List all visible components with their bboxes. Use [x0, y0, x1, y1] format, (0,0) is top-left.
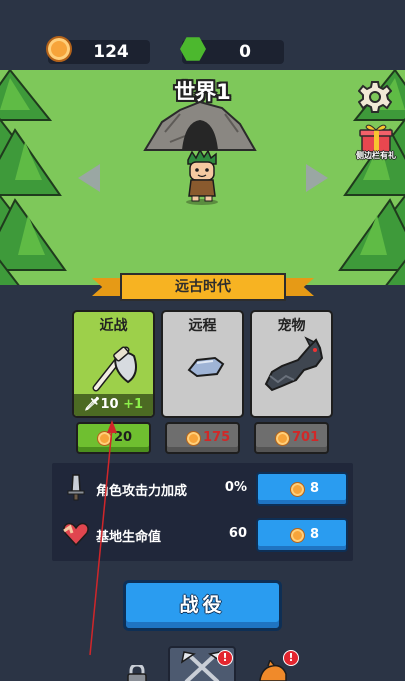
ranged-price: 175 [203, 430, 231, 445]
stat-value-attack: 0% [224, 480, 247, 495]
upgrade-base-hp-button[interactable]: 8 [256, 518, 348, 552]
coin-icon [290, 482, 305, 497]
stat-row-attack: 角色攻击力加成 0% 8 [52, 469, 353, 509]
melee-stat: 🗡10 +1 [74, 394, 153, 416]
coin-counter: 124 [46, 36, 150, 64]
pet-alert-badge: ! [283, 650, 299, 666]
coin-icon [46, 36, 72, 62]
stats-panel: 角色攻击力加成 0% 8 基地生命值 60 8 [52, 463, 353, 561]
era-title: 远古时代 [120, 273, 286, 301]
stat-row-base-hp: 基地生命值 60 8 [52, 515, 353, 555]
lock-icon[interactable] [123, 665, 151, 681]
melee-attack-bonus: +1 [123, 397, 144, 412]
card-pet[interactable]: 宠物 [250, 310, 333, 418]
top-bar: 124 0 [0, 0, 405, 70]
card-melee[interactable]: 近战 🗡10 +1 [72, 310, 155, 418]
heart-icon [63, 522, 89, 547]
campaign-label: 战役 [179, 594, 226, 616]
pet-price: 701 [292, 430, 320, 445]
axe-icon [92, 346, 137, 392]
card-melee-title: 近战 [99, 318, 128, 334]
next-world-arrow[interactable] [306, 164, 328, 192]
coin-icon [275, 431, 290, 446]
pet-unlock-button[interactable]: 701 [254, 422, 329, 454]
caveman-hero [186, 150, 218, 205]
coin-icon [97, 431, 112, 446]
melee-upgrade-button[interactable]: 20 [76, 422, 151, 454]
stat-value-base-hp: 60 [228, 526, 247, 541]
stat-label-base-hp: 基地生命值 [96, 530, 162, 545]
upgrade-attack-button[interactable]: 8 [256, 472, 348, 506]
stat-label-attack: 角色攻击力加成 [96, 484, 188, 499]
sword-mini-icon: 🗡 [83, 397, 101, 412]
sword-icon [67, 474, 85, 501]
card-pet-title: 宠物 [277, 318, 306, 334]
gift-label: 侧边栏有礼 [356, 151, 396, 160]
gem-counter: 0 [180, 37, 284, 64]
ranged-unlock-button[interactable]: 175 [165, 422, 240, 454]
card-ranged-title: 远程 [188, 318, 217, 334]
coin-icon [290, 528, 305, 543]
stone-icon [187, 356, 225, 378]
gem-count: 0 [239, 42, 251, 62]
melee-attack-value: 10 [100, 397, 119, 412]
prev-world-arrow[interactable] [78, 164, 100, 192]
melee-price: 20 [114, 430, 133, 445]
era-banner: 远古时代 [92, 273, 314, 301]
world-scene: 世界1 侧边栏有礼 [0, 70, 405, 285]
upgrade-base-hp-cost: 8 [310, 527, 320, 542]
gear-icon[interactable] [358, 80, 392, 114]
coin-count: 124 [93, 42, 129, 62]
weapons-alert-badge: ! [217, 650, 233, 666]
coin-icon [186, 431, 201, 446]
cave-icon [143, 100, 257, 151]
gem-icon [180, 37, 206, 61]
pet-tab-icon[interactable] [258, 660, 288, 681]
campaign-button[interactable]: 战役 [123, 580, 282, 631]
wolf-pet-icon [264, 336, 324, 392]
card-ranged[interactable]: 远程 [161, 310, 244, 418]
upgrade-attack-cost: 8 [310, 481, 320, 496]
